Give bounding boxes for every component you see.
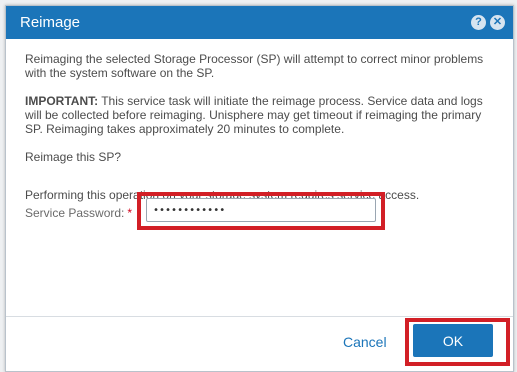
reimage-question: Reimage this SP? — [25, 150, 122, 164]
password-label: Service Password: * — [25, 206, 149, 220]
important-label: IMPORTANT: — [25, 94, 99, 108]
footer-divider — [6, 316, 513, 317]
important-paragraph: IMPORTANT: This service task will initia… — [25, 94, 495, 136]
service-password-input[interactable] — [146, 198, 376, 222]
ok-button[interactable]: OK — [413, 324, 493, 357]
cancel-button[interactable]: Cancel — [343, 334, 387, 350]
help-icon[interactable]: ? — [471, 15, 486, 30]
titlebar-icons: ? ✕ — [471, 15, 505, 30]
password-label-text: Service Password: — [25, 206, 125, 220]
dialog-title: Reimage — [20, 14, 81, 31]
dialog-titlebar: Reimage ? ✕ — [6, 6, 513, 39]
close-icon[interactable]: ✕ — [490, 15, 505, 30]
required-marker: * — [127, 206, 133, 220]
reimage-dialog: Reimage ? ✕ Reimaging the selected Stora… — [5, 5, 514, 372]
intro-text: Reimaging the selected Storage Processor… — [25, 52, 484, 80]
